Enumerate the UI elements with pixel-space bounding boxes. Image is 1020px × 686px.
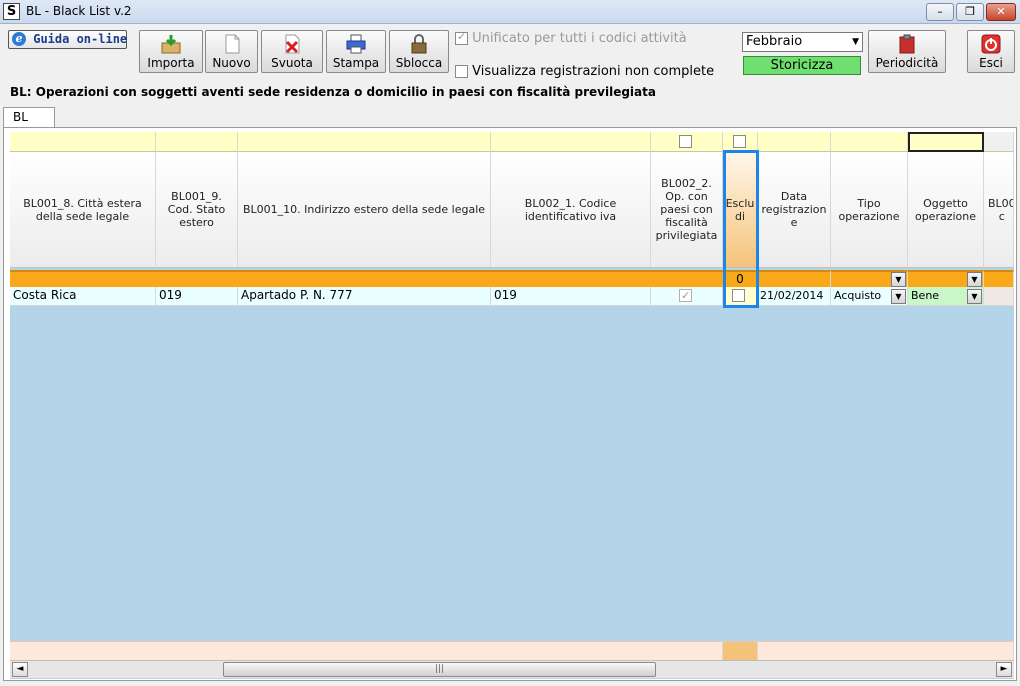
select-all-privilegiata-checkbox[interactable] xyxy=(679,135,692,148)
cell-data[interactable]: 21/02/2014 xyxy=(758,287,831,306)
app-icon: S xyxy=(3,3,20,20)
nuovo-label: Nuovo xyxy=(212,56,251,70)
filter-cell xyxy=(10,270,723,287)
importa-button[interactable]: Importa xyxy=(139,30,203,73)
cell-privilegiata xyxy=(651,287,723,306)
horizontal-scrollbar[interactable]: ◄ ||| ► xyxy=(10,660,1014,678)
filter-cell xyxy=(984,270,1014,287)
band-cell xyxy=(651,132,723,152)
footer-cell xyxy=(10,641,723,660)
tab-bl[interactable]: BL xyxy=(3,107,55,128)
column-header-privilegiata[interactable]: BL002_2. Op. con paesi con fiscalità pri… xyxy=(651,152,723,268)
column-header-escludi[interactable]: Esclu di xyxy=(723,152,758,268)
periodicita-label: Periodicità xyxy=(875,56,939,70)
month-select[interactable]: Febbraio ▼ xyxy=(742,32,863,52)
chevron-down-icon[interactable]: ▼ xyxy=(891,272,906,287)
unificato-option[interactable]: Unificato per tutti i codici attività xyxy=(455,30,687,46)
cell-tipo[interactable]: Acquisto ▼ xyxy=(831,287,908,306)
svuota-label: Svuota xyxy=(271,56,313,70)
band-cell xyxy=(758,132,831,152)
stampa-label: Stampa xyxy=(332,56,380,70)
scroll-right-button[interactable]: ► xyxy=(996,662,1012,677)
title-bar: S BL - Black List v.2 – ❐ ✕ xyxy=(0,0,1020,24)
printer-icon xyxy=(346,34,366,54)
cell-indirizzo[interactable]: Apartado P. N. 777 xyxy=(238,287,491,306)
window-title: BL - Black List v.2 xyxy=(26,4,132,18)
guida-online-button[interactable]: e Guida on-line xyxy=(8,30,127,49)
cell-stato[interactable]: 019 xyxy=(156,287,238,306)
chevron-down-icon: ▼ xyxy=(852,37,859,47)
esci-label: Esci xyxy=(979,56,1003,70)
cell-escludi xyxy=(723,287,758,306)
column-header-oggetto[interactable]: Oggetto operazione xyxy=(908,152,984,268)
privilegiata-checkbox[interactable] xyxy=(679,287,692,304)
delete-document-icon xyxy=(285,34,300,54)
storicizza-button[interactable]: Storicizza xyxy=(743,56,861,75)
restore-button[interactable]: ❐ xyxy=(956,3,984,21)
page-title: BL: Operazioni con soggetti aventi sede … xyxy=(10,85,656,99)
chevron-down-icon[interactable]: ▼ xyxy=(891,289,906,304)
band-cell xyxy=(984,132,1014,152)
escludi-checkbox[interactable] xyxy=(732,289,745,302)
filter-cell xyxy=(758,270,831,287)
band-cell xyxy=(156,132,238,152)
cell-oggetto[interactable]: Bene ▼ xyxy=(908,287,984,306)
internet-explorer-icon: e xyxy=(12,32,26,46)
column-header-data[interactable]: Data registrazion e xyxy=(758,152,831,268)
stampa-button[interactable]: Stampa xyxy=(326,30,386,73)
chevron-down-icon[interactable]: ▼ xyxy=(967,289,982,304)
sblocca-label: Sblocca xyxy=(395,56,443,70)
visualizza-option[interactable]: Visualizza registrazioni non complete xyxy=(455,64,714,79)
footer-cell xyxy=(758,641,1014,660)
new-document-icon xyxy=(225,34,239,54)
tipo-filter[interactable]: ▼ xyxy=(831,270,908,287)
periodicita-button[interactable]: Periodicità xyxy=(868,30,946,73)
band-cell xyxy=(908,132,984,152)
unificato-checkbox[interactable] xyxy=(455,30,468,45)
minimize-button[interactable]: – xyxy=(926,3,954,21)
footer-cell xyxy=(723,641,758,660)
sblocca-button[interactable]: Sblocca xyxy=(389,30,449,73)
scrollbar-thumb[interactable]: ||| xyxy=(223,662,656,677)
cell-bl00 xyxy=(984,287,1014,306)
oggetto-filter[interactable]: ▼ xyxy=(908,270,984,287)
band-cell xyxy=(491,132,651,152)
svuota-button[interactable]: Svuota xyxy=(261,30,323,73)
column-header-citta[interactable]: BL001_8. Città estera della sede legale xyxy=(10,152,156,268)
cell-codice-iva[interactable]: 019 xyxy=(491,287,651,306)
band-cell xyxy=(831,132,908,152)
close-window-button[interactable]: ✕ xyxy=(986,3,1016,21)
oggetto-value: Bene xyxy=(911,289,940,302)
column-header-tipo[interactable]: Tipo operazione xyxy=(831,152,908,268)
tipo-value: Acquisto xyxy=(834,289,882,302)
esci-button[interactable]: Esci xyxy=(967,30,1015,73)
select-all-escludi-checkbox[interactable] xyxy=(733,135,746,148)
column-header-indirizzo[interactable]: BL001_10. Indirizzo estero della sede le… xyxy=(238,152,491,268)
importa-label: Importa xyxy=(147,56,195,70)
import-icon xyxy=(161,35,181,54)
column-header-codice-iva[interactable]: BL002_1. Codice identificativo iva xyxy=(491,152,651,268)
unificato-label: Unificato per tutti i codici attività xyxy=(472,31,687,46)
data-grid: BL001_8. Città estera della sede legale … xyxy=(10,132,1014,679)
power-icon xyxy=(981,34,1001,54)
band-cell xyxy=(238,132,491,152)
guida-online-label: Guida on-line xyxy=(33,32,128,46)
column-header-bl00[interactable]: BL00 c xyxy=(984,152,1014,268)
cell-citta[interactable]: Costa Rica xyxy=(10,287,156,306)
scroll-left-button[interactable]: ◄ xyxy=(12,662,28,677)
band-cell xyxy=(10,132,156,152)
padlock-icon xyxy=(411,34,427,54)
column-header-stato[interactable]: BL001_9. Cod. Stato estero xyxy=(156,152,238,268)
escludi-count: 0 xyxy=(723,270,758,287)
nuovo-button[interactable]: Nuovo xyxy=(205,30,258,73)
visualizza-checkbox[interactable] xyxy=(455,65,468,78)
visualizza-label: Visualizza registrazioni non complete xyxy=(472,64,715,79)
chevron-down-icon[interactable]: ▼ xyxy=(967,272,982,287)
month-select-value: Febbraio xyxy=(746,34,803,49)
binder-icon xyxy=(899,34,915,54)
band-cell xyxy=(723,132,758,152)
